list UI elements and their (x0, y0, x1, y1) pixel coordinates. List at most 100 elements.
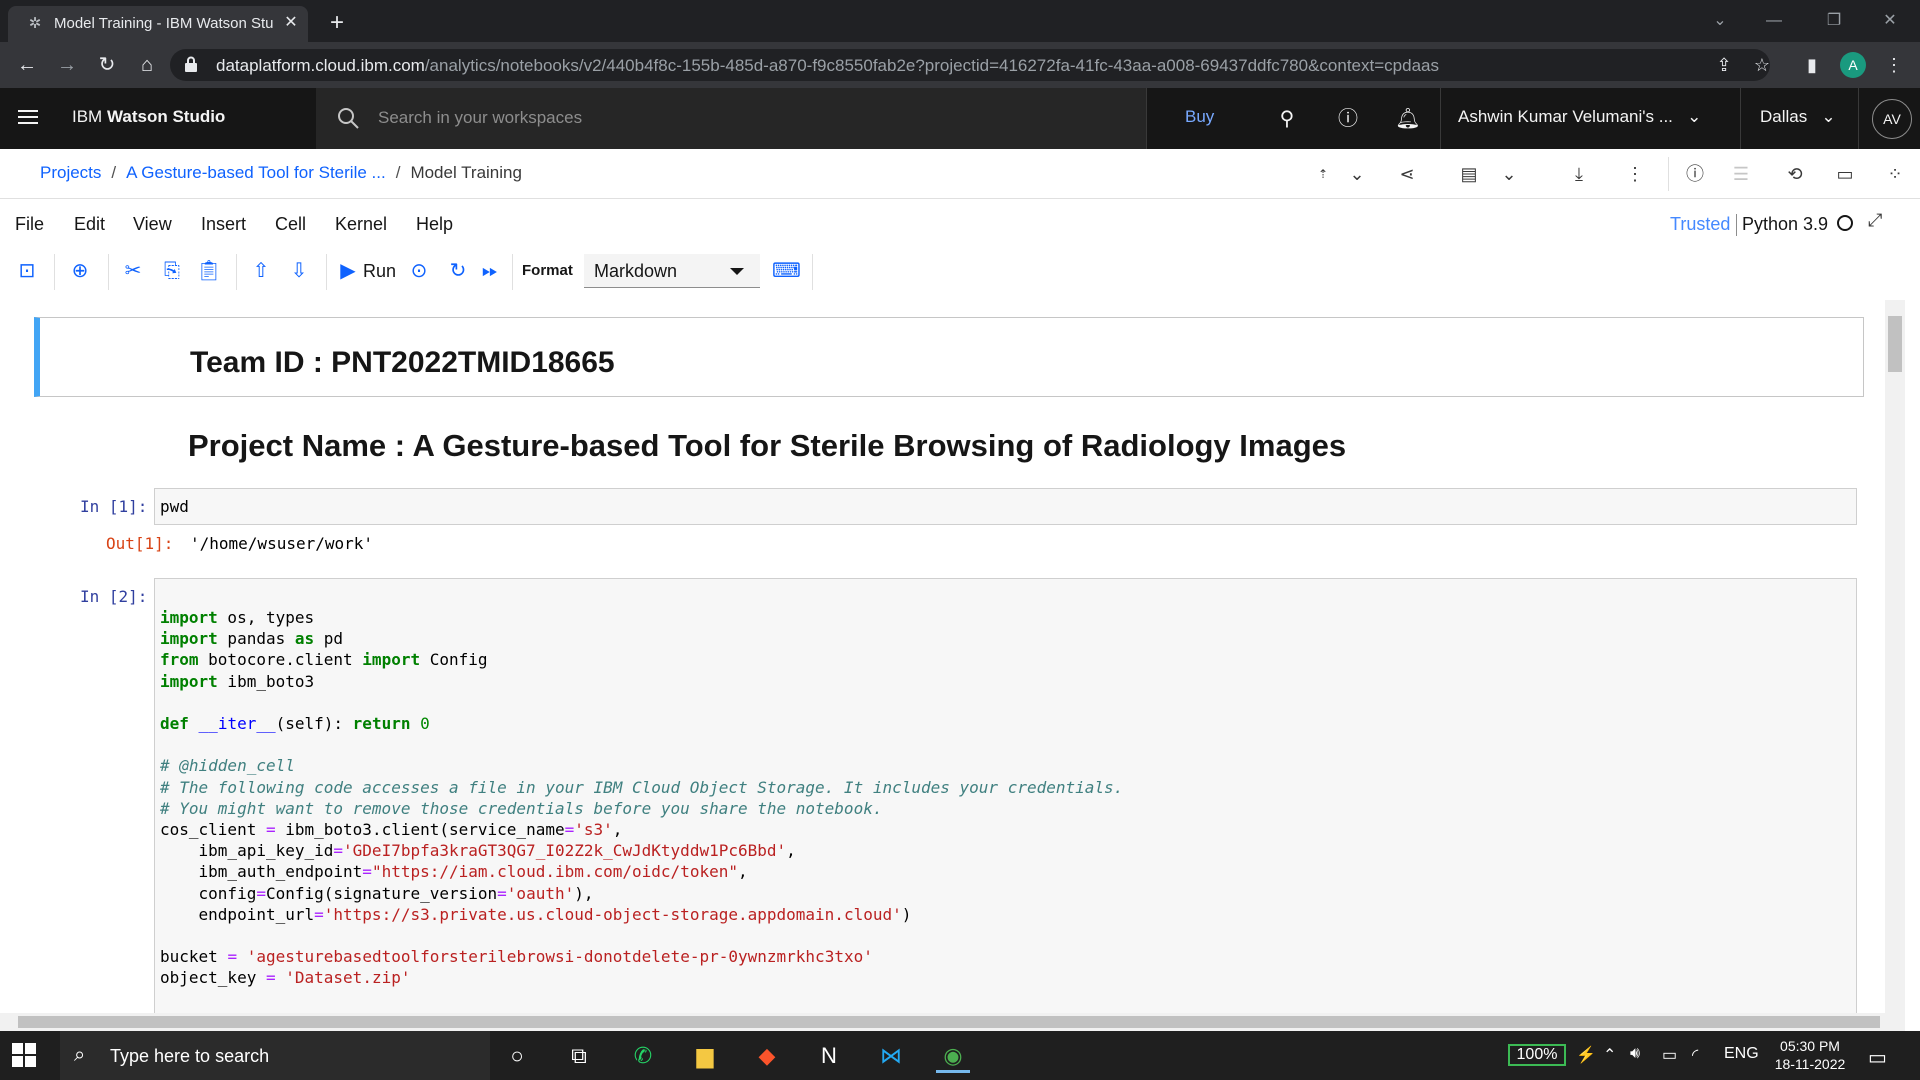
menu-cell[interactable]: Cell (275, 214, 306, 235)
region-selector[interactable]: Dallas ⌄ (1760, 107, 1836, 127)
run-button[interactable]: Run (363, 261, 396, 282)
menu-insert[interactable]: Insert (201, 214, 246, 235)
chevron-down-icon[interactable]: ⌄ (1496, 161, 1522, 187)
volume-icon[interactable]: 🔊︎ (1630, 1045, 1640, 1063)
taskbar-search-placeholder: Type here to search (110, 1046, 270, 1066)
user-avatar[interactable]: AV (1872, 99, 1912, 139)
account-switcher[interactable]: Ashwin Kumar Velumani's ... ⌄ (1458, 107, 1701, 127)
schedule-job-icon[interactable]: ▤ (1456, 161, 1482, 187)
brave-icon[interactable]: ◆ (750, 1039, 784, 1073)
breadcrumb-current: Model Training (410, 163, 522, 182)
info-icon[interactable]: ⓘ (1682, 161, 1708, 187)
scroll-thumb[interactable] (1888, 316, 1902, 372)
code-text[interactable]: pwd (160, 496, 189, 517)
menu-help[interactable]: Help (416, 214, 453, 235)
search-icon (338, 108, 359, 129)
tab-search-icon[interactable]: ⌄ (1700, 8, 1740, 34)
data-icon[interactable]: ☰ (1728, 161, 1754, 187)
vscode-icon[interactable]: ⋈ (874, 1039, 908, 1073)
menu-kernel[interactable]: Kernel (335, 214, 387, 235)
profile-avatar[interactable]: A (1840, 52, 1866, 78)
comments-icon[interactable]: ▭ (1832, 161, 1858, 187)
notifications-icon[interactable]: ▭ (1868, 1045, 1887, 1070)
bookmark-star-icon[interactable]: ☆ (1748, 51, 1776, 79)
cut-icon[interactable]: ✂ (118, 256, 148, 286)
url-field[interactable]: dataplatform.cloud.ibm.com/analytics/not… (170, 49, 1770, 81)
overflow-menu-icon[interactable]: ⋮ (1622, 161, 1648, 187)
code-cell[interactable]: import os, types import pandas as pd fro… (154, 578, 1857, 1015)
output-prompt: Out[1]: (106, 534, 174, 553)
clock[interactable]: 05:30 PM 18-11-2022 (1770, 1037, 1850, 1073)
clock-time: 05:30 PM (1780, 1038, 1840, 1054)
upload-icon[interactable]: ⇡ (1310, 161, 1336, 187)
save-icon[interactable]: ⊡ (12, 256, 42, 286)
move-up-icon[interactable]: ⇧ (246, 256, 276, 286)
move-down-icon[interactable]: ⇩ (284, 256, 314, 286)
home-icon[interactable]: ⌂ (132, 50, 162, 80)
paste-icon[interactable]: 📋︎ (194, 256, 224, 286)
help-icon[interactable]: ⓘ (1333, 104, 1363, 134)
share-icon[interactable]: ⇪ (1710, 51, 1738, 79)
product-brand[interactable]: IBM Watson Studio (72, 107, 225, 127)
task-view-icon[interactable]: ⧉ (562, 1039, 596, 1073)
side-panel-icon[interactable]: ▮ (1798, 51, 1826, 79)
new-tab-button[interactable]: + (322, 8, 352, 38)
browser-menu-icon[interactable]: ⋮ (1880, 51, 1908, 79)
notification-bell-icon[interactable]: 🔔︎ (1393, 104, 1423, 134)
copy-icon[interactable]: ⎘ (157, 256, 187, 286)
wifi-icon[interactable]: ◜ (1692, 1045, 1698, 1065)
keyboard-shortcuts-icon[interactable]: ⌨ (772, 258, 801, 284)
notion-icon[interactable]: N (812, 1039, 846, 1073)
browser-tab[interactable]: ✲ Model Training - IBM Watson Stu ✕ (8, 6, 308, 42)
cortana-icon[interactable]: ○ (500, 1039, 534, 1073)
windows-start-icon[interactable] (12, 1043, 36, 1067)
catalog-signpost-icon[interactable]: ⚲ (1272, 104, 1302, 134)
restart-icon[interactable]: ↻ (443, 256, 473, 286)
buy-button[interactable]: Buy (1185, 107, 1214, 127)
run-all-icon[interactable]: ⏩︎ (475, 256, 505, 286)
run-icon[interactable]: ▶ (333, 256, 363, 286)
notebook-area[interactable]: Team ID : PNT2022TMID18665 Project Name … (0, 300, 1885, 1015)
restore-icon[interactable]: ❐ (1814, 8, 1854, 34)
stop-icon[interactable]: ⊙ (404, 256, 434, 286)
breadcrumb-project[interactable]: A Gesture-based Tool for Sterile ... (126, 163, 386, 182)
chrome-icon[interactable]: ◉ (936, 1039, 970, 1073)
menu-edit[interactable]: Edit (74, 214, 105, 235)
trusted-indicator[interactable]: Trusted (1670, 214, 1730, 235)
cell-format-select[interactable]: Markdown (584, 254, 760, 288)
vertical-scrollbar[interactable] (1885, 300, 1905, 1015)
battery-icon[interactable]: ▭ (1662, 1045, 1677, 1065)
menu-view[interactable]: View (133, 214, 172, 235)
share-icon[interactable]: ⋖ (1394, 161, 1420, 187)
version-history-icon[interactable]: ⟲ (1782, 161, 1808, 187)
language-indicator[interactable]: ENG (1724, 1045, 1759, 1063)
close-tab-icon[interactable]: ✕ (280, 12, 302, 34)
scroll-thumb[interactable] (18, 1016, 1880, 1028)
reload-icon[interactable]: ↻ (92, 50, 122, 80)
breadcrumb-projects[interactable]: Projects (40, 163, 101, 182)
horizontal-scrollbar[interactable] (0, 1013, 1905, 1031)
search-input[interactable] (378, 102, 1078, 134)
code-text[interactable]: import os, types import pandas as pd fro… (160, 607, 1123, 989)
kernel-name[interactable]: Python 3.9 (1742, 214, 1828, 235)
code-snippets-icon[interactable]: ⁘ (1882, 161, 1908, 187)
taskbar-search[interactable]: ⌕ Type here to search (60, 1031, 490, 1080)
insert-cell-icon[interactable]: ⊕ (65, 256, 95, 286)
hamburger-menu-icon[interactable] (18, 106, 42, 130)
chevron-up-icon[interactable]: ⌃ (1603, 1045, 1616, 1065)
forward-icon[interactable]: → (52, 50, 82, 80)
chevron-down-icon[interactable]: ⌄ (1344, 161, 1370, 187)
fullscreen-icon[interactable]: ⤢ (1868, 210, 1892, 234)
code-cell[interactable]: pwd (154, 488, 1857, 525)
whatsapp-icon[interactable]: ✆ (626, 1039, 660, 1073)
minimize-icon[interactable]: — (1754, 8, 1794, 34)
back-icon[interactable]: ← (12, 50, 42, 80)
markdown-cell-selected[interactable]: Team ID : PNT2022TMID18665 (34, 317, 1864, 397)
download-icon[interactable]: ⤓ (1566, 161, 1592, 187)
file-explorer-icon[interactable]: ▆ (688, 1039, 722, 1073)
caret-down-icon (730, 268, 744, 275)
menu-file[interactable]: File (15, 214, 44, 235)
battery-indicator[interactable]: 100% (1508, 1044, 1566, 1066)
lock-icon (185, 56, 197, 72)
close-window-icon[interactable]: ✕ (1870, 8, 1910, 34)
